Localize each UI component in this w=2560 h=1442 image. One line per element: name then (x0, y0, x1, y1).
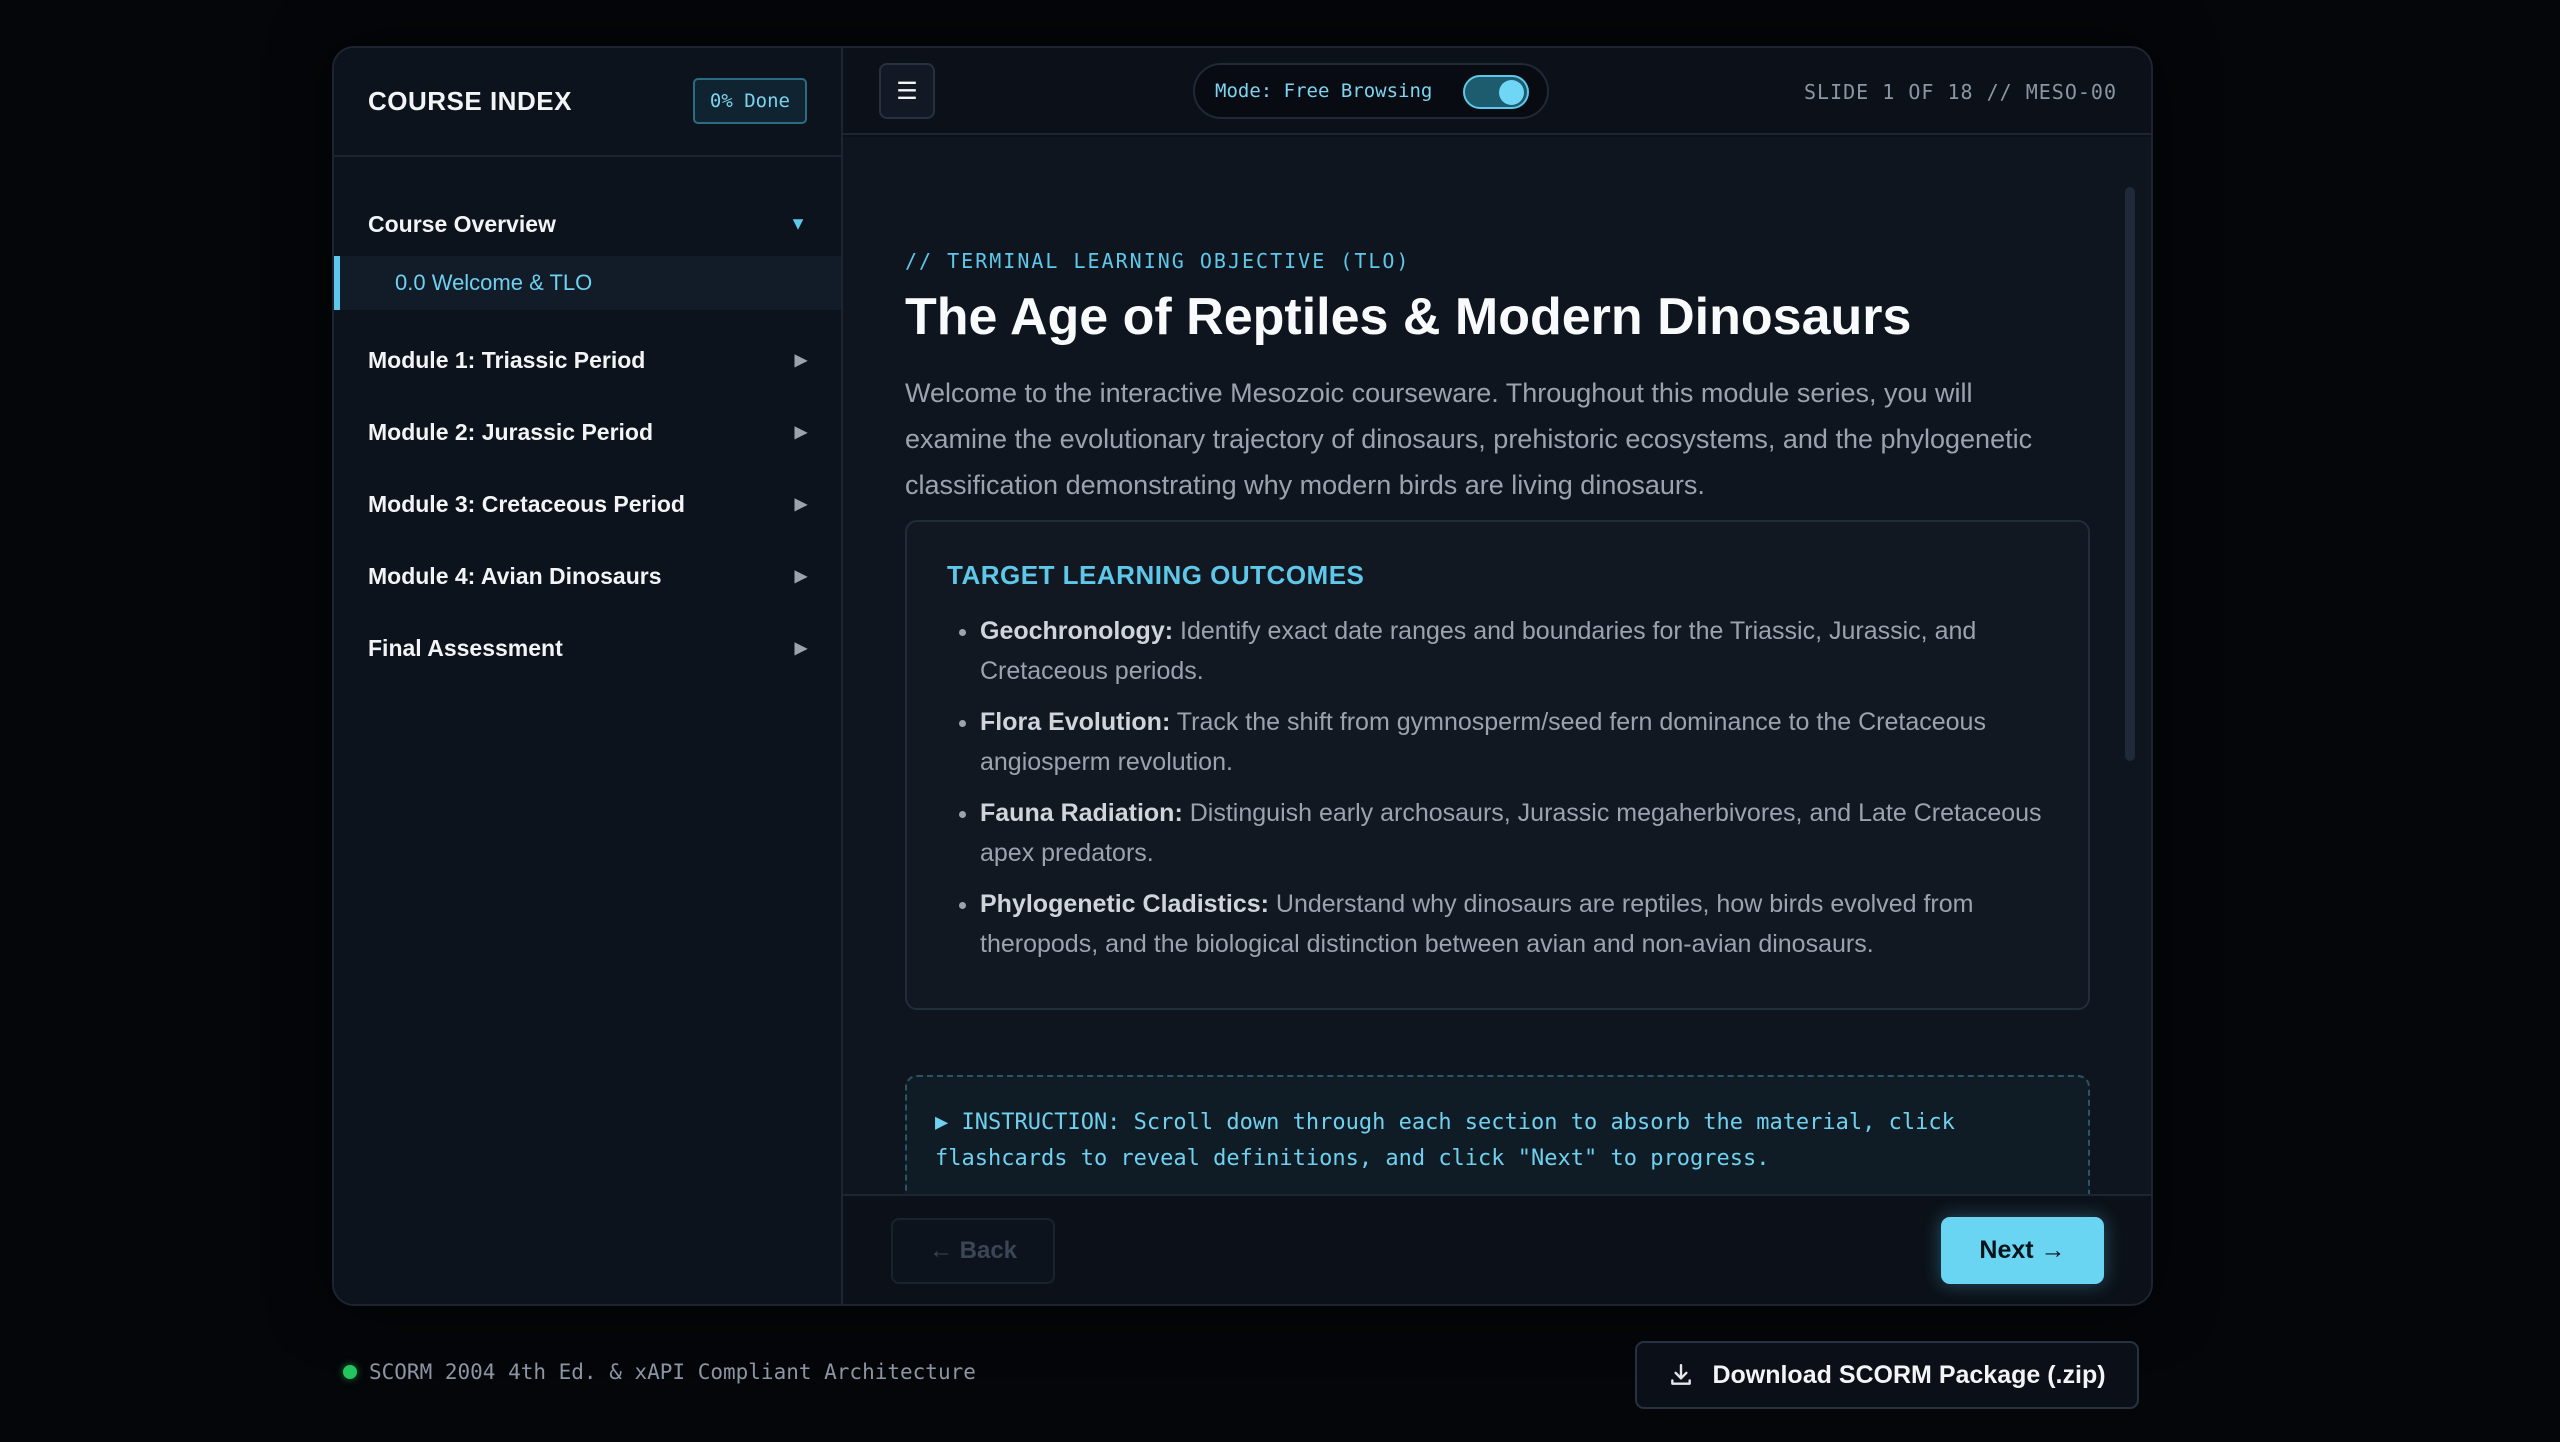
slide-panel: ☰ Mode: Free Browsing SLIDE 1 OF 18 // M… (843, 48, 2151, 1304)
progress-badge: 0% Done (692, 78, 807, 124)
slide-topbar: ☰ Mode: Free Browsing SLIDE 1 OF 18 // M… (843, 48, 2151, 135)
slide-nav-bar: ← Back Next → (843, 1194, 2151, 1304)
nav-item-module-4[interactable]: Module 4: Avian Dinosaurs ▶ (334, 540, 841, 612)
nav-item-module-3[interactable]: Module 3: Cretaceous Period ▶ (334, 468, 841, 540)
section-kicker: // TERMINAL LEARNING OBJECTIVE (TLO) (905, 249, 1411, 273)
nav-item-label: Module 1: Triassic Period (368, 346, 646, 373)
status-dot-icon (343, 1365, 357, 1379)
nav-subitem-welcome-tlo[interactable]: 0.0 Welcome & TLO (334, 256, 841, 310)
course-player: COURSE INDEX 0% Done Course Overview ▼ 0… (332, 46, 2153, 1306)
nav-item-label: Module 4: Avian Dinosaurs (368, 562, 662, 589)
outcome-term: Geochronology: (980, 617, 1174, 645)
chevron-right-icon: ▶ (794, 640, 807, 657)
instruction-box: ▶ INSTRUCTION: Scroll down through each … (905, 1075, 2090, 1194)
outcome-term: Flora Evolution: (980, 708, 1171, 736)
nav-item-label: Module 3: Cretaceous Period (368, 490, 685, 517)
content-scrollbar[interactable] (2125, 187, 2135, 761)
nav-item-label: Course Overview (368, 210, 556, 237)
outcomes-list: Geochronology: Identify exact date range… (947, 611, 2048, 964)
list-item: Fauna Radiation: Distinguish early archo… (980, 793, 2048, 873)
mode-toggle[interactable] (1463, 75, 1529, 109)
menu-button[interactable]: ☰ (879, 63, 935, 119)
next-button[interactable]: Next → (1941, 1217, 2104, 1284)
nav-item-final-assessment[interactable]: Final Assessment ▶ (334, 612, 841, 684)
slide-counter: SLIDE 1 OF 18 // MESO-00 (1804, 80, 2117, 104)
sidebar-title: COURSE INDEX (368, 86, 572, 116)
mode-label: Mode: Free Browsing (1215, 80, 1433, 102)
download-label: Download SCORM Package (.zip) (1712, 1360, 2106, 1389)
nav-item-course-overview[interactable]: Course Overview ▼ (334, 192, 841, 256)
download-scorm-button[interactable]: Download SCORM Package (.zip) (1635, 1341, 2139, 1409)
compliance-status: SCORM 2004 4th Ed. & xAPI Compliant Arch… (343, 1360, 976, 1384)
list-item: Phylogenetic Cladistics: Understand why … (980, 884, 2048, 964)
back-button[interactable]: ← Back (891, 1218, 1055, 1284)
chevron-right-icon: ▶ (794, 496, 807, 513)
status-text: SCORM 2004 4th Ed. & xAPI Compliant Arch… (369, 1360, 976, 1384)
outcome-term: Phylogenetic Cladistics: (980, 890, 1269, 918)
nav-item-label: Module 2: Jurassic Period (368, 418, 654, 445)
learning-outcomes-card: TARGET LEARNING OUTCOMES Geochronology: … (905, 520, 2090, 1010)
intro-paragraph: Welcome to the interactive Mesozoic cour… (905, 378, 2033, 500)
outcomes-heading: TARGET LEARNING OUTCOMES (947, 560, 1365, 590)
list-item: Geochronology: Identify exact date range… (980, 611, 2048, 691)
toggle-knob (1499, 80, 1524, 105)
chevron-right-icon: ▶ (794, 424, 807, 441)
page-title: The Age of Reptiles & Modern Dinosaurs (905, 288, 1912, 346)
download-icon (1671, 1364, 1692, 1385)
slide-content: // TERMINAL LEARNING OBJECTIVE (TLO) The… (843, 137, 2151, 1194)
chevron-down-icon: ▼ (789, 213, 807, 234)
mode-toggle-pill[interactable]: Mode: Free Browsing (1193, 63, 1549, 119)
nav-item-module-2[interactable]: Module 2: Jurassic Period ▶ (334, 396, 841, 468)
course-nav: Course Overview ▼ 0.0 Welcome & TLO Modu… (334, 157, 841, 684)
hamburger-icon: ☰ (896, 77, 918, 105)
nav-item-label: Final Assessment (368, 634, 563, 661)
chevron-right-icon: ▶ (794, 568, 807, 585)
list-item: Flora Evolution: Track the shift from gy… (980, 702, 2048, 782)
sidebar-header: COURSE INDEX 0% Done (334, 48, 841, 157)
chevron-right-icon: ▶ (794, 352, 807, 369)
course-index-sidebar: COURSE INDEX 0% Done Course Overview ▼ 0… (334, 48, 843, 1304)
nav-item-module-1[interactable]: Module 1: Triassic Period ▶ (334, 324, 841, 396)
outcome-term: Fauna Radiation: (980, 799, 1183, 827)
